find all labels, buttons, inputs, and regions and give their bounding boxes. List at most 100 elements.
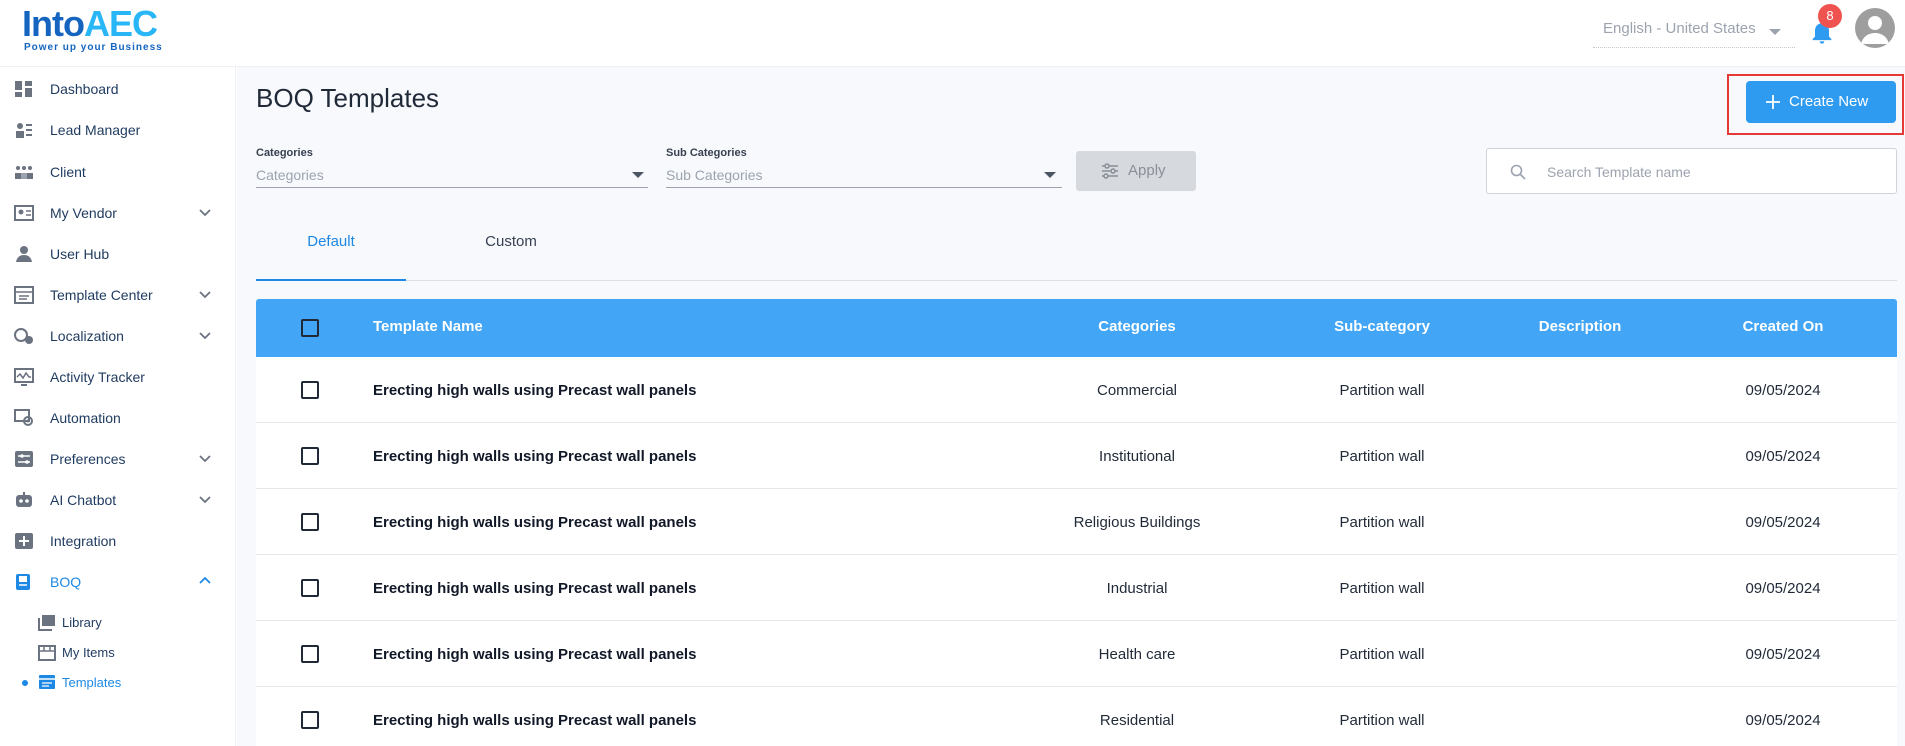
header-categories[interactable]: Categories: [1098, 318, 1176, 335]
row-checkbox[interactable]: [301, 711, 319, 729]
cell-template-name[interactable]: Erecting high walls using Precast wall p…: [373, 580, 696, 597]
cell-created-on: 09/05/2024: [1745, 646, 1821, 663]
sidebar-subitem-label: Templates: [62, 675, 122, 690]
sidebar-item-label: Template Center: [50, 287, 153, 303]
apply-button[interactable]: Apply: [1076, 151, 1196, 191]
sidebar-item-label: Dashboard: [50, 81, 119, 97]
sidebar-item-preferences[interactable]: Preferences: [0, 442, 236, 476]
create-new-button[interactable]: Create New: [1746, 81, 1896, 123]
chevron-down-icon: [1044, 172, 1056, 178]
sidebar-subitem-library[interactable]: Library: [0, 608, 236, 636]
search-input[interactable]: [1547, 161, 1877, 183]
cell-template-name[interactable]: Erecting high walls using Precast wall p…: [373, 646, 696, 663]
automation-icon: [14, 409, 33, 426]
table-row[interactable]: Erecting high walls using Precast wall p…: [256, 621, 1897, 687]
sidebar-item-localization[interactable]: Localization: [0, 319, 236, 353]
sidebar-item-user-hub[interactable]: User Hub: [0, 237, 236, 271]
cell-sub-category: Partition wall: [1339, 646, 1425, 663]
intoaec-logo[interactable]: IntoAEC Power up your Business: [20, 0, 180, 60]
sidebar-item-ai-chatbot[interactable]: AI Chatbot: [0, 483, 236, 517]
template-center-icon: [14, 286, 34, 304]
sidebar-item-integration[interactable]: Integration: [0, 524, 236, 558]
sidebar-item-label: User Hub: [50, 246, 110, 262]
sidebar-subitem-label: Library: [62, 615, 102, 630]
cell-created-on: 09/05/2024: [1745, 382, 1821, 399]
sidebar-item-automation[interactable]: Automation: [0, 401, 236, 435]
notification-badge: 8: [1818, 4, 1842, 28]
cell-category: Religious Buildings: [1073, 514, 1201, 531]
categories-select[interactable]: Categories Categories: [256, 147, 648, 192]
user-icon: [16, 246, 32, 262]
sidebar-item-my-vendor[interactable]: My Vendor: [0, 196, 236, 230]
sidebar: Dashboard Lead Manager Client My Vendor …: [0, 67, 236, 746]
sidebar-item-lead-manager[interactable]: Lead Manager: [0, 113, 236, 147]
subcategories-select[interactable]: Sub Categories Sub Categories: [666, 147, 1062, 192]
cell-sub-category: Partition wall: [1339, 514, 1425, 531]
my-items-icon: [38, 645, 56, 661]
client-icon: [15, 166, 33, 179]
sidebar-item-label: Preferences: [50, 451, 126, 467]
sidebar-item-template-center[interactable]: Template Center: [0, 278, 236, 312]
sidebar-item-activity-tracker[interactable]: Activity Tracker: [0, 360, 236, 394]
table-header: Template Name Categories Sub-category De…: [256, 299, 1897, 357]
cell-category: Residential: [1099, 712, 1175, 729]
tab-custom[interactable]: Custom: [436, 227, 586, 281]
sidebar-item-label: Localization: [50, 328, 124, 344]
cell-created-on: 09/05/2024: [1745, 448, 1821, 465]
sidebar-item-label: AI Chatbot: [50, 492, 117, 508]
chevron-down-icon: [1769, 29, 1781, 35]
cell-template-name[interactable]: Erecting high walls using Precast wall p…: [373, 514, 696, 531]
header-sub-category[interactable]: Sub-category: [1334, 318, 1430, 335]
header-created-on[interactable]: Created On: [1743, 318, 1824, 335]
cell-sub-category: Partition wall: [1339, 448, 1425, 465]
sidebar-item-label: Lead Manager: [50, 122, 141, 138]
table-row[interactable]: Erecting high walls using Precast wall p…: [256, 423, 1897, 489]
table-row[interactable]: Erecting high walls using Precast wall p…: [256, 489, 1897, 555]
sidebar-item-dashboard[interactable]: Dashboard: [0, 72, 236, 106]
activity-icon: [14, 368, 34, 386]
table-row[interactable]: Erecting high walls using Precast wall p…: [256, 687, 1897, 746]
row-checkbox[interactable]: [301, 645, 319, 663]
cell-category: Health care: [1098, 646, 1176, 663]
sidebar-item-label: Integration: [50, 533, 117, 549]
boq-icon: [16, 574, 30, 590]
sidebar-subitem-label: My Items: [62, 645, 115, 660]
chevron-down-icon: [199, 209, 211, 217]
cell-template-name[interactable]: Erecting high walls using Precast wall p…: [373, 712, 696, 729]
chevron-down-icon: [632, 172, 644, 178]
header-template-name[interactable]: Template Name: [373, 318, 483, 335]
create-new-label: Create New: [1789, 93, 1869, 110]
select-all-checkbox[interactable]: [301, 319, 319, 337]
chevron-down-icon: [199, 332, 211, 340]
sidebar-item-boq[interactable]: BOQ: [0, 565, 236, 599]
row-checkbox[interactable]: [301, 447, 319, 465]
cell-template-name[interactable]: Erecting high walls using Precast wall p…: [373, 382, 696, 399]
sidebar-subitem-my-items[interactable]: My Items: [0, 638, 236, 666]
cell-sub-category: Partition wall: [1339, 382, 1425, 399]
avatar[interactable]: [1855, 8, 1895, 48]
row-checkbox[interactable]: [301, 381, 319, 399]
sidebar-item-client[interactable]: Client: [0, 155, 236, 189]
subcategories-value: Sub Categories: [666, 167, 763, 183]
cell-template-name[interactable]: Erecting high walls using Precast wall p…: [373, 448, 696, 465]
sidebar-item-label: BOQ: [50, 574, 82, 590]
table-row[interactable]: Erecting high walls using Precast wall p…: [256, 555, 1897, 621]
chevron-up-icon: [199, 576, 211, 584]
tab-default[interactable]: Default: [256, 227, 406, 281]
row-checkbox[interactable]: [301, 579, 319, 597]
active-indicator-dot: [22, 680, 28, 686]
language-select[interactable]: English - United States: [1593, 14, 1795, 48]
logo-text-into: Into: [22, 3, 85, 44]
sidebar-subitem-templates[interactable]: Templates: [0, 668, 236, 696]
row-checkbox[interactable]: [301, 513, 319, 531]
header-description[interactable]: Description: [1539, 318, 1622, 335]
lead-manager-icon: [16, 123, 32, 138]
cell-created-on: 09/05/2024: [1745, 712, 1821, 729]
field-underline: [256, 187, 648, 188]
cell-category: Industrial: [1106, 580, 1168, 597]
logo-wordmark: IntoAEC: [22, 3, 158, 44]
table-row[interactable]: Erecting high walls using Precast wall p…: [256, 357, 1897, 423]
search-box: [1486, 148, 1897, 194]
field-underline: [666, 187, 1062, 188]
apply-label: Apply: [1128, 162, 1166, 179]
